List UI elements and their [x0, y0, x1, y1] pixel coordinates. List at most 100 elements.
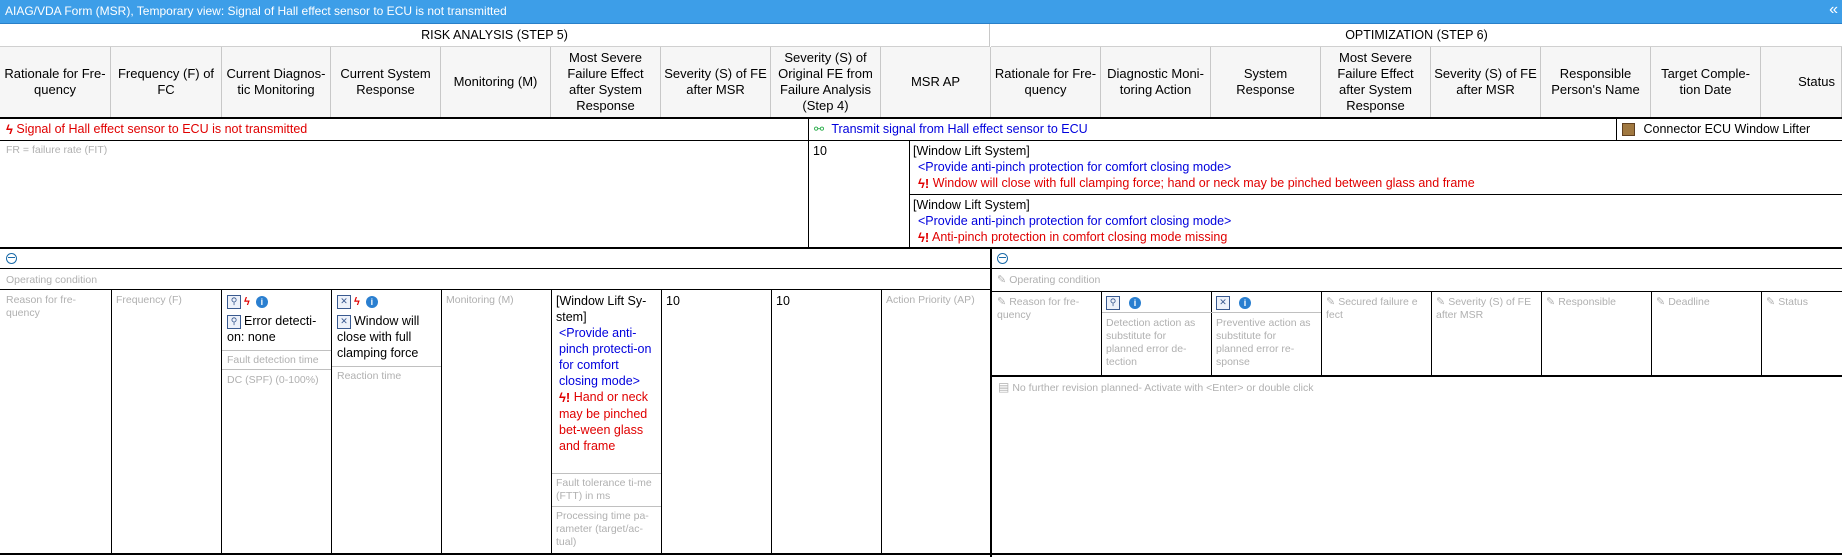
bottom-border [0, 553, 1842, 555]
processing-time[interactable]: Processing time pa-rameter (target/ac-tu… [556, 510, 656, 549]
function-row[interactable]: ⚯ Transmit signal from Hall effect senso… [814, 121, 1614, 137]
col-opt-diagnostic-action[interactable]: Diagnostic Moni-toring Action [1101, 47, 1211, 117]
col-opt-target-date[interactable]: Target Comple-tion Date [1651, 47, 1761, 117]
failure-bolt-icon: ϟ! [918, 175, 930, 191]
col-severity-original-fe[interactable]: Severity (S) of Original FE from Failure… [771, 47, 881, 117]
element-row[interactable]: Connector ECU Window Lifter [1622, 121, 1840, 137]
effect-block-2[interactable]: [Window Lift System] <Provide anti-pinch… [913, 197, 1838, 246]
col-msr-ap[interactable]: MSR AP [881, 47, 991, 117]
opt-responsible-text: Responsible [1558, 296, 1617, 308]
col-opt-severity-fe-msr[interactable]: Severity (S) of FE after MSR [1431, 47, 1541, 117]
risk-hline-2 [0, 289, 990, 290]
col-monitoring[interactable]: Monitoring (M) [441, 47, 551, 117]
risk-severity-original[interactable]: 10 [776, 293, 790, 309]
opt-vline-7 [1761, 291, 1762, 376]
opt-hline-3 [1102, 312, 1321, 313]
section-optimization: OPTIMIZATION (STEP 6) [991, 24, 1842, 47]
fault-tolerance-time[interactable]: Fault tolerance ti-me (FTT) in ms [556, 477, 656, 503]
failure-cause-text: Signal of Hall effect sensor to ECU is n… [16, 122, 308, 136]
opt-reason-placeholder[interactable]: ✎ Reason for fre-quency [997, 296, 1097, 322]
detection-icon: ⚲ [227, 314, 241, 329]
risk-effect-block[interactable]: [Window Lift Sy-stem] <Provide anti-pinc… [556, 293, 656, 454]
structure-severity[interactable]: 10 [813, 143, 903, 159]
opt-deadline-placeholder[interactable]: ✎ Deadline [1656, 296, 1756, 309]
diagnostic-icons: ⚲ ϟ i [227, 294, 327, 309]
collapse-icon[interactable]: « [1829, 0, 1838, 20]
col-rationale-frequency[interactable]: Rationale for Fre-quency [0, 47, 111, 117]
effect-2-system: [Window Lift System] [913, 198, 1030, 212]
col-opt-status[interactable]: Status [1761, 47, 1842, 117]
risk-steering-icon[interactable] [6, 251, 17, 265]
opt-responsible-placeholder[interactable]: ✎ Responsible [1546, 296, 1646, 309]
col-current-diagnostic[interactable]: Current Diagnos-tic Monitoring [222, 47, 331, 117]
risk-vline-2 [221, 289, 222, 554]
revision-row[interactable]: ▤ No further revision planned- Activate w… [998, 381, 1798, 395]
reaction-time[interactable]: Reaction time [337, 370, 401, 383]
eff-hline-1 [552, 473, 661, 474]
failure-bolt-icon: ϟ [244, 295, 250, 308]
diagnostic-entry[interactable]: ⚲ Error detecti-on: none [227, 313, 327, 345]
col-opt-rationale-frequency[interactable]: Rationale for Fre-quency [991, 47, 1101, 117]
window-title: AIAG/VDA Form (MSR), Temporary view: Sig… [5, 4, 507, 18]
opt-severity-placeholder[interactable]: ✎ Severity (S) of FE after MSR [1436, 296, 1536, 322]
risk-vline-3 [331, 289, 332, 554]
struct-hline-2 [910, 194, 1842, 195]
opt-vline-4 [1431, 291, 1432, 376]
risk-effect-function: <Provide anti-pinch protecti-on for comf… [559, 326, 652, 388]
opt-preventive-placeholder[interactable]: Preventive action as substitute for plan… [1216, 317, 1316, 369]
opt-status-placeholder[interactable]: ✎ Status [1766, 296, 1840, 309]
risk-effect-failure: Hand or neck may be pinched bet-ween gla… [559, 390, 649, 453]
col-frequency-fc[interactable]: Frequency (F) of FC [111, 47, 222, 117]
detection-icon: ⚲ [227, 294, 241, 309]
opt-vline-6 [1651, 291, 1652, 376]
info-icon[interactable]: i [1129, 296, 1141, 309]
action-priority-placeholder[interactable]: Action Priority (AP) [886, 294, 986, 307]
col-opt-responsible[interactable]: Responsible Person's Name [1541, 47, 1651, 117]
opt-operating-condition[interactable]: ✎ Operating condition [997, 274, 1100, 287]
detection-icon: ⚲ [1106, 295, 1120, 310]
opt-steering-icon[interactable] [997, 251, 1008, 265]
opt-vline-5 [1541, 291, 1542, 376]
prevent-icon: ✕ [337, 294, 351, 309]
opt-revision-divider [992, 375, 1842, 377]
risk-operating-condition[interactable]: Operating condition [6, 274, 97, 287]
col-most-severe-fe[interactable]: Most Severe Failure Effect after System … [551, 47, 661, 117]
dc-spf[interactable]: DC (SPF) (0-100%) [227, 374, 322, 387]
opt-reason-text: Reason for fre-quency [997, 296, 1080, 321]
info-icon[interactable]: i [255, 295, 268, 308]
diag-hline-2 [222, 369, 331, 370]
opt-detection-placeholder[interactable]: Detection action as substitute for plann… [1106, 317, 1206, 369]
opt-operating-condition-text: Operating condition [1009, 274, 1101, 286]
revision-icon: ▤ [998, 380, 1010, 394]
monitoring-placeholder[interactable]: Monitoring (M) [446, 294, 546, 307]
risk-frequency-placeholder[interactable]: Frequency (F) [116, 294, 216, 307]
pencil-icon: ✎ [1326, 296, 1336, 308]
effect-1-failure: Window will close with full clamping for… [932, 176, 1475, 190]
struct-divider-1 [808, 119, 809, 247]
pencil-icon: ✎ [1766, 296, 1776, 308]
response-entry[interactable]: ✕ Window will close with full clamping fo… [337, 313, 437, 361]
risk-severity-msr[interactable]: 10 [666, 293, 680, 309]
struct-bottom-divider [0, 247, 1842, 249]
opt-vline-2 [1211, 291, 1212, 376]
risk-reason-placeholder[interactable]: Reason for fre-quency [6, 294, 106, 320]
risk-vline-6 [661, 289, 662, 554]
col-severity-fe-msr[interactable]: Severity (S) of FE after MSR [661, 47, 771, 117]
risk-vline-5 [551, 289, 552, 554]
opt-severity-text: Severity (S) of FE after MSR [1436, 296, 1532, 321]
fr-placeholder[interactable]: FR = failure rate (FIT) [6, 144, 406, 157]
col-opt-most-severe-fe[interactable]: Most Severe Failure Effect after System … [1321, 47, 1431, 117]
col-opt-system-response[interactable]: System Response [1211, 47, 1321, 117]
effect-block-1[interactable]: [Window Lift System] <Provide anti-pinch… [913, 143, 1838, 192]
struct-divider-2 [1616, 119, 1617, 140]
info-icon[interactable]: i [365, 295, 378, 308]
fault-detection-time[interactable]: Fault detection time [227, 354, 319, 367]
info-icon[interactable]: i [1239, 296, 1251, 309]
failure-bolt-icon: ϟ [354, 295, 360, 308]
opt-secured-placeholder[interactable]: ✎ Secured failure e fect [1326, 296, 1430, 322]
effect-1-system: [Window Lift System] [913, 144, 1030, 158]
col-current-system-response[interactable]: Current System Response [331, 47, 441, 117]
component-icon [1622, 123, 1635, 137]
failure-cause-row[interactable]: ϟ Signal of Hall effect sensor to ECU is… [6, 121, 806, 138]
section-risk-analysis: RISK ANALYSIS (STEP 5) [0, 24, 990, 47]
